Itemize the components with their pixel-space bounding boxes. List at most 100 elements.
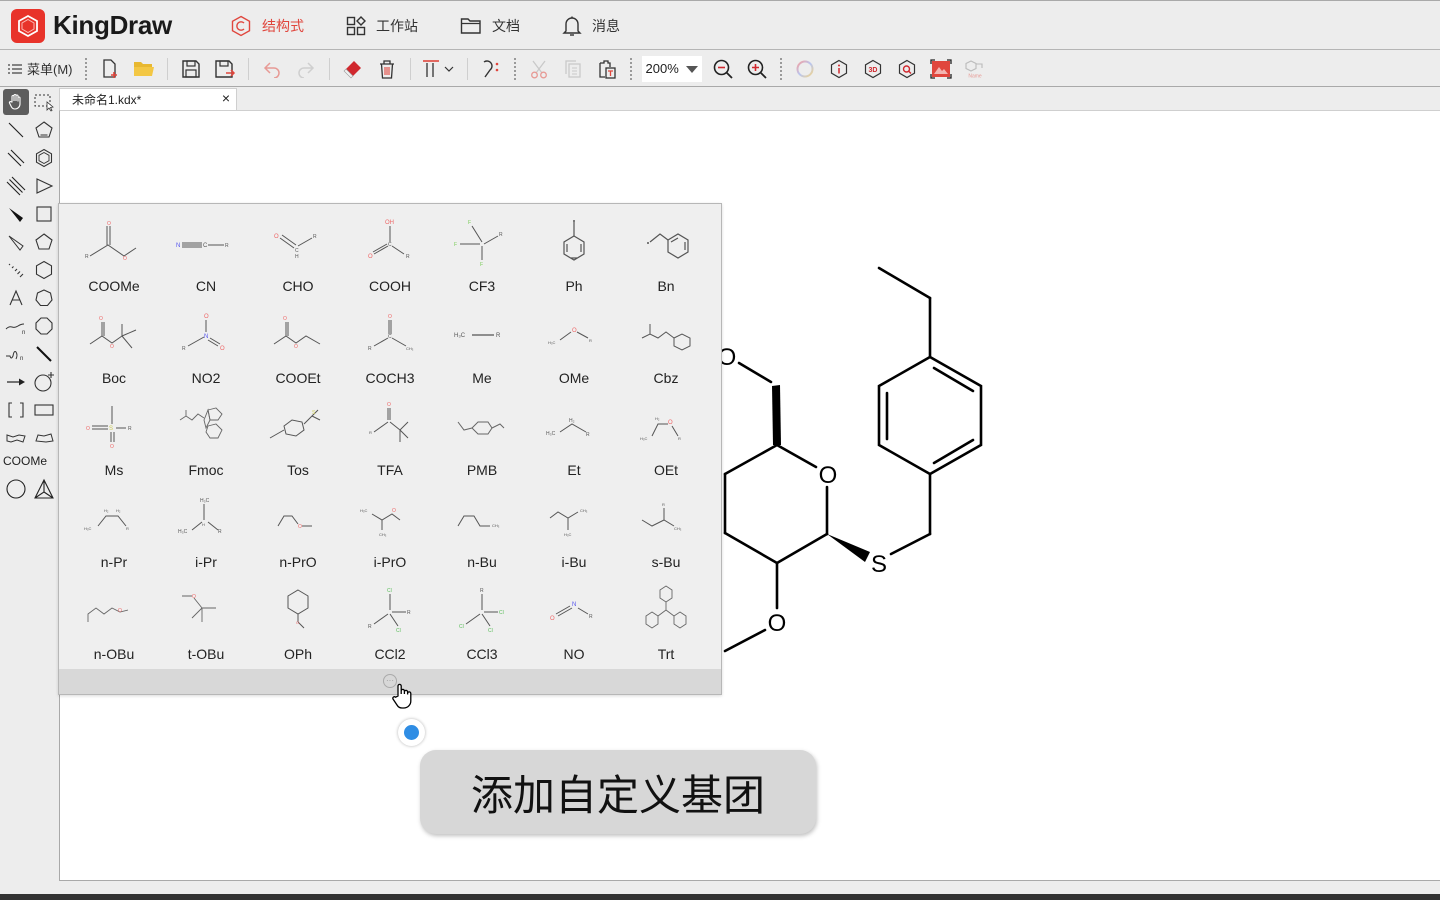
group-item-cf3[interactable]: F F F R CF3 [436, 206, 528, 298]
hollow-wedge-tool[interactable] [3, 229, 29, 255]
group-item-tos[interactable]: S Tos [252, 390, 344, 482]
hash-bond-tool[interactable] [3, 257, 29, 283]
group-item-cho[interactable]: O C H R CHO [252, 206, 344, 298]
bracket-tool[interactable] [3, 397, 29, 423]
redo-button[interactable] [289, 54, 323, 84]
bold-bond-tool[interactable] [31, 341, 57, 367]
ring-charge-tool[interactable] [31, 369, 57, 395]
chair-conformation-tool[interactable] [3, 425, 29, 451]
triangle-ring-tool[interactable] [31, 173, 57, 199]
document-tab-title: 未命名1.kdx* [72, 93, 142, 107]
name-to-structure-button[interactable]: Name [958, 54, 992, 84]
paste-button[interactable] [590, 54, 624, 84]
octagon-ring-tool[interactable] [31, 313, 57, 339]
group-item-ccl2[interactable]: Cl Cl R R CCl2 [344, 574, 436, 666]
group-item-coome[interactable]: O O R COOMe [68, 206, 160, 298]
nav-workstation[interactable]: 工作站 [346, 2, 418, 50]
delete-button[interactable] [370, 54, 404, 84]
group-item-trt[interactable]: Trt [620, 574, 712, 666]
menu-button[interactable]: 菜单(M) [8, 59, 73, 78]
undo-button[interactable] [255, 54, 289, 84]
group-item-oet[interactable]: O H₃C H₂ R OEt [620, 390, 712, 482]
save-as-button[interactable] [208, 54, 242, 84]
new-file-button[interactable] [93, 54, 127, 84]
hexagon-ring-tool[interactable] [31, 257, 57, 283]
save-button[interactable] [174, 54, 208, 84]
marquee-select-tool[interactable] [31, 89, 57, 115]
clean-structure-button[interactable] [474, 54, 508, 84]
group-item-cooet[interactable]: O O COOEt [252, 298, 344, 390]
rectangle-tool[interactable] [31, 397, 57, 423]
3d-view-button[interactable]: 3D [856, 54, 890, 84]
group-item-cooh[interactable]: OH C O R COOH [344, 206, 436, 298]
hand-tool[interactable] [3, 89, 29, 115]
group-item-oph[interactable]: O OPh [252, 574, 344, 666]
group-item-n-obu[interactable]: On-OBu [68, 574, 160, 666]
cut-button[interactable] [522, 54, 556, 84]
atom-label: O [819, 462, 838, 489]
svg-text:H₃C: H₃C [178, 529, 188, 535]
color-ring-button[interactable] [788, 54, 822, 84]
nav-documents[interactable]: 文档 [460, 2, 520, 50]
zoom-in-button[interactable] [740, 54, 774, 84]
template-group-tool[interactable]: COOMe [3, 454, 47, 468]
group-item-boc[interactable]: O O Boc [68, 298, 160, 390]
wedge-bond-tool[interactable] [3, 201, 29, 227]
image-recognize-button[interactable] [924, 54, 958, 84]
heptagon-ring-tool[interactable] [31, 285, 57, 311]
oet-structure-icon: O H₃C H₂ R [640, 416, 681, 441]
group-item-t-obu[interactable]: Ot-OBu [160, 574, 252, 666]
group-item-no[interactable]: N O R NO [528, 574, 620, 666]
cyclopentadiene-tool[interactable] [31, 117, 57, 143]
group-item-ccl3[interactable]: R Cl Cl Cl CCl3 [436, 574, 528, 666]
double-bond-tool[interactable] [3, 145, 29, 171]
arrow-tool[interactable] [3, 369, 29, 395]
boat-conformation-tool[interactable] [31, 425, 57, 451]
polymer-bracket-tool[interactable]: n [3, 341, 29, 367]
zoom-out-button[interactable] [706, 54, 740, 84]
group-item-s-bu[interactable]: R CH₃ s-Bu [620, 482, 712, 574]
circle-tool[interactable] [3, 476, 29, 502]
stereo-tool[interactable] [31, 476, 57, 502]
group-item-fmoc[interactable]: Fmoc [160, 390, 252, 482]
zoom-level-select[interactable]: 200% [641, 55, 702, 82]
group-item-i-bu[interactable]: CH₃ H₃C i-Bu [528, 482, 620, 574]
group-item-bn[interactable]: Bn [620, 206, 712, 298]
search-structure-button[interactable] [890, 54, 924, 84]
group-item-cn[interactable]: N C R CN [160, 206, 252, 298]
group-item-coch3[interactable]: O C R CH₃ COCH3 [344, 298, 436, 390]
group-item-n-pro[interactable]: On-PrO [252, 482, 344, 574]
benzene-tool[interactable] [31, 145, 57, 171]
group-item-pmb[interactable]: PMB [436, 390, 528, 482]
triple-bond-tool[interactable] [3, 173, 29, 199]
chain-tool[interactable]: n [3, 313, 29, 339]
group-item-i-pr[interactable]: H₃C H₃C H Ri-Pr [160, 482, 252, 574]
svg-text:CH₃: CH₃ [492, 523, 500, 528]
copy-button[interactable] [556, 54, 590, 84]
square-ring-tool[interactable] [31, 201, 57, 227]
nav-structure[interactable]: 结构式 [230, 2, 304, 50]
close-tab-icon[interactable]: × [222, 90, 230, 106]
eraser-button[interactable] [336, 54, 370, 84]
wedge-bond [827, 534, 870, 562]
group-item-n-pr[interactable]: H₃C H₂ H₂ Rn-Pr [68, 482, 160, 574]
marquee-select-icon [34, 94, 54, 112]
group-item-et[interactable]: H₃C H₂ R Et [528, 390, 620, 482]
pentagon-ring-tool[interactable] [31, 229, 57, 255]
group-item-ome[interactable]: O H₃C R OMe [528, 298, 620, 390]
text-style-button[interactable] [417, 54, 461, 84]
group-item-ph[interactable]: Ph [528, 206, 620, 298]
single-bond-tool[interactable] [3, 117, 29, 143]
nav-messages[interactable]: 消息 [562, 2, 620, 50]
group-item-no2[interactable]: O N O R NO2 [160, 298, 252, 390]
group-item-ms[interactable]: S O O R Ms [68, 390, 160, 482]
text-tool[interactable] [3, 285, 29, 311]
group-item-cbz[interactable]: Cbz [620, 298, 712, 390]
group-item-i-pro[interactable]: O H₃C CH₃ i-PrO [344, 482, 436, 574]
document-tab[interactable]: 未命名1.kdx* × [59, 88, 237, 110]
group-item-me[interactable]: H₃C R Me [436, 298, 528, 390]
group-item-tfa[interactable]: O R TFA [344, 390, 436, 482]
info-button[interactable] [822, 54, 856, 84]
group-item-n-bu[interactable]: CH₃ n-Bu [436, 482, 528, 574]
open-file-button[interactable] [127, 54, 161, 84]
